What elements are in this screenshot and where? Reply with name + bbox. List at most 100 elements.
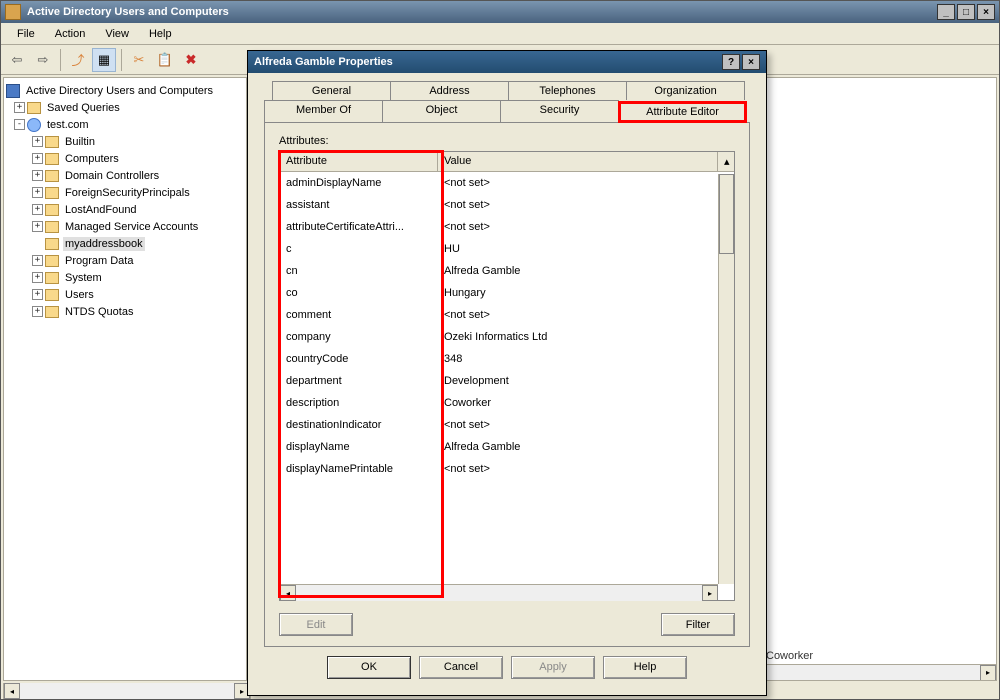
attribute-row[interactable]: adminDisplayName<not set> bbox=[280, 172, 734, 194]
folder-icon bbox=[45, 238, 59, 250]
attribute-row[interactable]: departmentDevelopment bbox=[280, 370, 734, 392]
attr-name: cn bbox=[280, 265, 438, 277]
plus-icon[interactable]: + bbox=[32, 255, 43, 266]
tab-member-of[interactable]: Member Of bbox=[264, 100, 383, 122]
attr-name: co bbox=[280, 287, 438, 299]
attribute-row[interactable]: cHU bbox=[280, 238, 734, 260]
attribute-row[interactable]: companyOzeki Informatics Ltd bbox=[280, 326, 734, 348]
maximize-button[interactable]: □ bbox=[957, 4, 975, 20]
scroll-thumb[interactable] bbox=[719, 174, 734, 254]
ok-button[interactable]: OK bbox=[327, 656, 411, 679]
scroll-left-icon[interactable]: ◂ bbox=[280, 585, 296, 601]
attribute-row[interactable]: countryCode348 bbox=[280, 348, 734, 370]
help-button[interactable]: Help bbox=[603, 656, 687, 679]
attr-name: attributeCertificateAttri... bbox=[280, 221, 438, 233]
menu-file[interactable]: File bbox=[7, 26, 45, 42]
tab-address[interactable]: Address bbox=[390, 81, 509, 100]
plus-icon[interactable]: + bbox=[32, 221, 43, 232]
plus-icon[interactable]: + bbox=[32, 187, 43, 198]
nav-back-button[interactable]: ⇦ bbox=[5, 48, 29, 72]
tree-computers[interactable]: Computers bbox=[63, 152, 121, 166]
help-icon[interactable]: ? bbox=[722, 54, 740, 70]
scroll-up-icon[interactable]: ▴ bbox=[718, 152, 734, 171]
apply-button[interactable]: Apply bbox=[511, 656, 595, 679]
nav-forward-button[interactable]: ⇨ bbox=[31, 48, 55, 72]
scroll-track[interactable] bbox=[296, 585, 702, 601]
tab-attribute-editor[interactable]: Attribute Editor bbox=[618, 101, 747, 123]
tree-domain-controllers[interactable]: Domain Controllers bbox=[63, 169, 161, 183]
tab-object[interactable]: Object bbox=[382, 100, 501, 122]
scroll-right-icon[interactable]: ▸ bbox=[980, 665, 996, 681]
attribute-row[interactable]: destinationIndicator<not set> bbox=[280, 414, 734, 436]
attribute-row[interactable]: cnAlfreda Gamble bbox=[280, 260, 734, 282]
tree-ntds-quotas[interactable]: NTDS Quotas bbox=[63, 305, 135, 319]
cancel-button[interactable]: Cancel bbox=[419, 656, 503, 679]
plus-icon[interactable]: + bbox=[32, 153, 43, 164]
tab-general[interactable]: General bbox=[272, 81, 391, 100]
plus-icon[interactable]: + bbox=[32, 272, 43, 283]
plus-icon[interactable]: + bbox=[32, 306, 43, 317]
attr-value: Development bbox=[438, 375, 734, 387]
tree-saved-queries[interactable]: Saved Queries bbox=[45, 101, 122, 115]
tree-lost-found[interactable]: LostAndFound bbox=[63, 203, 139, 217]
plus-icon[interactable]: + bbox=[32, 170, 43, 181]
menubar: File Action View Help bbox=[1, 23, 999, 45]
minimize-button[interactable]: _ bbox=[937, 4, 955, 20]
properties-button[interactable]: ▦ bbox=[92, 48, 116, 72]
tab-organization[interactable]: Organization bbox=[626, 81, 745, 100]
tree-hscroll[interactable]: ◂ ▸ bbox=[3, 683, 251, 699]
filter-button[interactable]: Filter bbox=[661, 613, 735, 636]
attribute-row[interactable]: comment<not set> bbox=[280, 304, 734, 326]
dialog-close-button[interactable]: × bbox=[742, 54, 760, 70]
plus-icon[interactable]: + bbox=[32, 204, 43, 215]
col-attribute[interactable]: Attribute bbox=[280, 152, 438, 171]
toolbar-separator bbox=[60, 49, 61, 71]
attribute-row[interactable]: assistant<not set> bbox=[280, 194, 734, 216]
scroll-left-icon[interactable]: ◂ bbox=[4, 683, 20, 699]
delete-button[interactable]: ✖ bbox=[179, 48, 203, 72]
up-button[interactable]: ⤴ bbox=[66, 48, 90, 72]
attribute-row[interactable]: coHungary bbox=[280, 282, 734, 304]
tree-system[interactable]: System bbox=[63, 271, 104, 285]
tree-root[interactable]: Active Directory Users and Computers bbox=[24, 84, 215, 98]
edit-button[interactable]: Edit bbox=[279, 613, 353, 636]
tree-myaddressbook[interactable]: myaddressbook bbox=[63, 237, 145, 251]
toolbar-separator bbox=[121, 49, 122, 71]
attribute-row[interactable]: displayNameAlfreda Gamble bbox=[280, 436, 734, 458]
plus-icon[interactable]: + bbox=[14, 102, 25, 113]
plus-icon[interactable]: + bbox=[32, 289, 43, 300]
attribute-editor-panel: Attributes: Attribute Value ▴ adminDispl… bbox=[264, 122, 750, 647]
cut-button[interactable]: ✂ bbox=[127, 48, 151, 72]
attr-value: <not set> bbox=[438, 221, 734, 233]
tree-domain[interactable]: test.com bbox=[45, 118, 91, 132]
attribute-row[interactable]: displayNamePrintable<not set> bbox=[280, 458, 734, 480]
tree-pane[interactable]: Active Directory Users and Computers + S… bbox=[3, 77, 247, 681]
attributes-list[interactable]: Attribute Value ▴ adminDisplayName<not s… bbox=[279, 151, 735, 601]
attr-value: <not set> bbox=[438, 419, 734, 431]
tab-security[interactable]: Security bbox=[500, 100, 619, 122]
tree-builtin[interactable]: Builtin bbox=[63, 135, 97, 149]
tree-program-data[interactable]: Program Data bbox=[63, 254, 135, 268]
menu-view[interactable]: View bbox=[95, 26, 139, 42]
attr-value: <not set> bbox=[438, 309, 734, 321]
attribute-row[interactable]: descriptionCoworker bbox=[280, 392, 734, 414]
tree-foreign-security[interactable]: ForeignSecurityPrincipals bbox=[63, 186, 192, 200]
plus-icon[interactable]: + bbox=[32, 136, 43, 147]
tree-managed-service[interactable]: Managed Service Accounts bbox=[63, 220, 200, 234]
properties-dialog: Alfreda Gamble Properties ? × General Ad… bbox=[247, 50, 767, 696]
copy-button[interactable]: 📋 bbox=[153, 48, 177, 72]
scroll-track[interactable] bbox=[20, 683, 234, 699]
col-value[interactable]: Value bbox=[438, 152, 718, 171]
list-hscroll[interactable]: ◂ ▸ bbox=[280, 584, 718, 600]
close-button[interactable]: × bbox=[977, 4, 995, 20]
tree-users[interactable]: Users bbox=[63, 288, 96, 302]
attr-value: Alfreda Gamble bbox=[438, 265, 734, 277]
scroll-right-icon[interactable]: ▸ bbox=[702, 585, 718, 601]
dialog-title: Alfreda Gamble Properties bbox=[254, 56, 720, 68]
tab-telephones[interactable]: Telephones bbox=[508, 81, 627, 100]
menu-help[interactable]: Help bbox=[139, 26, 182, 42]
list-vscroll[interactable] bbox=[718, 174, 734, 584]
menu-action[interactable]: Action bbox=[45, 26, 96, 42]
minus-icon[interactable]: - bbox=[14, 119, 25, 130]
attribute-row[interactable]: attributeCertificateAttri...<not set> bbox=[280, 216, 734, 238]
